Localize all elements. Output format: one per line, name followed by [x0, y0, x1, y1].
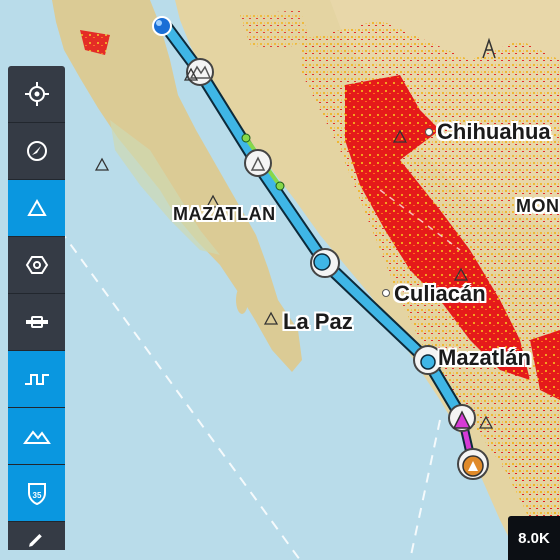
center-on-position-button[interactable]: [8, 66, 65, 123]
region-label: MON: [516, 196, 560, 216]
waypoint-3: [310, 248, 340, 278]
airports-layer-button[interactable]: [8, 180, 65, 237]
waypoint-5: [448, 404, 476, 432]
terrain-layer-button[interactable]: [8, 408, 65, 465]
pencil-icon: [28, 534, 42, 547]
crosshair-icon: [24, 82, 49, 106]
city-label-culiacan[interactable]: Culiacán: [394, 281, 486, 307]
compass-icon: [26, 141, 47, 161]
map-layer-toolbar: 35: [8, 66, 65, 550]
city-dot: [382, 289, 390, 297]
highways-layer-button[interactable]: 35: [8, 465, 65, 522]
city-label-mazatlan[interactable]: Mazatlán: [438, 345, 531, 371]
terrain-icon: [22, 430, 51, 444]
region-label: MAZATLAN: [173, 204, 276, 224]
runways-layer-button[interactable]: [8, 294, 65, 351]
highway-shield-number: 35: [32, 491, 41, 500]
map-canvas[interactable]: [0, 0, 560, 560]
destination-marker: [457, 448, 489, 480]
airspace-icon: [24, 374, 49, 385]
city-label-chihuahua[interactable]: Chihuahua: [437, 119, 551, 145]
draw-tool-button[interactable]: [8, 522, 65, 550]
city-label-la-paz[interactable]: La Paz: [283, 309, 353, 335]
navaid-icon: [25, 256, 48, 274]
airspace-layer-button[interactable]: [8, 351, 65, 408]
highway-shield-icon: 35: [27, 483, 46, 506]
navaids-layer-button[interactable]: [8, 237, 65, 294]
waypoint-2: [244, 149, 272, 177]
waypoint-1: [186, 58, 214, 86]
aircraft-position-icon: [152, 16, 172, 36]
airport-triangle-icon: [26, 198, 47, 216]
city-dot: [425, 128, 433, 136]
altitude-badge[interactable]: 8.0K: [508, 516, 560, 560]
map-orientation-button[interactable]: [8, 123, 65, 180]
runway-icon: [25, 316, 48, 328]
